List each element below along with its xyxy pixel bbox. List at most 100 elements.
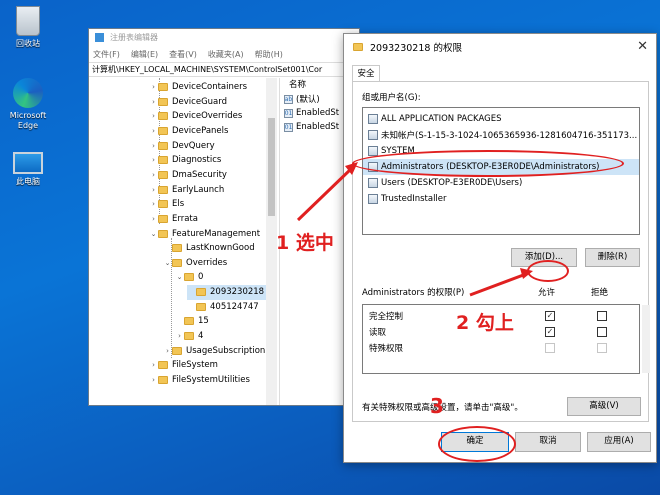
chevron-right-icon: › — [152, 83, 155, 92]
edge-icon — [13, 78, 43, 108]
tree-item-label: DeviceGuard — [172, 97, 227, 108]
folder-icon — [158, 142, 168, 151]
chevron-right-icon: › — [178, 332, 181, 341]
tree-item[interactable]: ⌄ 0 — [175, 270, 204, 285]
close-icon[interactable]: ✕ — [637, 39, 648, 54]
menu-favorites[interactable]: 收藏夹(A) — [208, 49, 244, 60]
chevron-right-icon: › — [152, 156, 155, 165]
allow-special-checkbox — [545, 343, 555, 353]
tree-item[interactable]: ⌄ Overrides — [163, 256, 228, 271]
folder-icon — [158, 112, 168, 121]
registry-tree: › DeviceContainers › DeviceGuard › DeviceOv… — [89, 78, 277, 405]
tree-item[interactable]: › DmaSecurity — [149, 168, 227, 183]
tree-item[interactable]: ⌄ FeatureManagement — [149, 227, 261, 242]
user-item-label: Users (DESKTOP-E3ER0DE\Users) — [381, 178, 523, 188]
permission-name: 特殊权限 — [369, 344, 404, 354]
tree-item[interactable]: › EarlyLaunch — [149, 183, 224, 198]
tree-item[interactable]: › DeviceOverrides — [149, 109, 242, 124]
deny-full-control-checkbox[interactable] — [597, 311, 607, 321]
tree-item-label: Overrides — [186, 258, 228, 269]
value-name: EnabledSt — [296, 122, 340, 132]
tree-item[interactable]: 405124747 — [187, 300, 259, 315]
tree-item[interactable]: › Errata — [149, 212, 198, 227]
menu-view[interactable]: 查看(V) — [169, 49, 197, 60]
folder-icon — [196, 288, 206, 297]
tree-item-label: EarlyLaunch — [172, 185, 225, 196]
permissions-label: Administrators 的权限(P) — [362, 288, 465, 298]
user-icon — [368, 194, 378, 204]
desktop-icon-this-pc[interactable]: 此电脑 — [4, 152, 52, 187]
folder-icon — [172, 259, 182, 268]
tree-item-label: DeviceContainers — [172, 82, 248, 93]
desktop-icon-recycle-bin[interactable]: 回收站 — [4, 6, 52, 49]
desktop-icon-label: 回收站 — [16, 39, 40, 48]
folder-icon — [184, 273, 194, 282]
remove-button[interactable]: 删除(R) — [585, 248, 640, 267]
tree-item[interactable]: › DeviceContainers — [149, 80, 247, 95]
permissions-scrollbar[interactable] — [642, 305, 650, 373]
allow-read-checkbox[interactable]: ✓ — [545, 327, 555, 337]
tree-item-label: 15 — [198, 316, 209, 327]
tree-item-selected[interactable]: 2093230218 — [187, 285, 269, 300]
tree-item[interactable]: › DevQuery — [149, 139, 215, 154]
deny-read-checkbox[interactable] — [597, 327, 607, 337]
apply-button[interactable]: 应用(A) — [587, 432, 651, 452]
cancel-button[interactable]: 取消 — [515, 432, 581, 452]
chevron-right-icon: › — [152, 98, 155, 107]
menu-edit[interactable]: 编辑(E) — [131, 49, 158, 60]
groups-label: 组或用户名(G): — [362, 93, 421, 103]
annotation-step-3: 3 — [430, 394, 444, 418]
regedit-app-icon — [95, 33, 104, 42]
desktop-icon-edge[interactable]: Microsoft Edge — [4, 78, 52, 131]
address-bar[interactable]: 计算机\HKEY_LOCAL_MACHINE\SYSTEM\ControlSet… — [89, 62, 359, 77]
tree-item-label: FileSystem — [172, 360, 218, 371]
tree-item[interactable]: › FileSystem — [149, 358, 218, 373]
regedit-title-bar: 注册表编辑器 — [89, 29, 359, 46]
tree-item-label: 4 — [198, 331, 204, 342]
chevron-right-icon: › — [152, 215, 155, 224]
chevron-right-icon: › — [152, 127, 155, 136]
menu-help[interactable]: 帮助(H) — [255, 49, 283, 60]
folder-icon — [158, 215, 168, 224]
tree-item[interactable]: › Els — [149, 197, 184, 212]
tree-item-label: DevQuery — [172, 141, 215, 152]
user-item-label: TrustedInstaller — [381, 194, 447, 204]
folder-icon — [172, 347, 182, 356]
folder-icon — [172, 244, 182, 253]
scroll-thumb[interactable] — [268, 118, 275, 216]
user-item[interactable]: TrustedInstaller — [363, 191, 639, 207]
tree-item[interactable]: › DeviceGuard — [149, 95, 227, 110]
allow-full-control-checkbox[interactable]: ✓ — [545, 311, 555, 321]
folder-icon — [158, 98, 168, 107]
string-value-icon: ab — [284, 94, 293, 104]
tree-item-label: DeviceOverrides — [172, 111, 243, 122]
tree-item-label: FeatureManagement — [172, 229, 261, 240]
tree-item[interactable]: › UsageSubscription — [163, 344, 265, 359]
deny-special-checkbox — [597, 343, 607, 353]
permission-name: 读取 — [369, 328, 387, 338]
chevron-right-icon: › — [152, 142, 155, 151]
user-item[interactable]: Users (DESKTOP-E3ER0DE\Users) — [363, 175, 639, 191]
tree-item-label: 2093230218 — [210, 287, 265, 298]
dialog-title-bar: 2093230218 的权限 — [344, 34, 656, 60]
tree-item[interactable]: LastKnownGood — [163, 241, 255, 256]
annotation-step-2: 2 勾上 — [456, 312, 514, 334]
tree-item[interactable]: › DevicePanels — [149, 124, 228, 139]
chevron-right-icon: › — [152, 112, 155, 121]
advanced-button[interactable]: 高级(V) — [567, 397, 641, 416]
user-item[interactable]: ALL APPLICATION PACKAGES — [363, 111, 639, 127]
tree-item-label: UsageSubscription — [186, 346, 266, 357]
tree-item[interactable]: › Diagnostics — [149, 153, 221, 168]
tree-item[interactable]: 15 — [175, 314, 209, 329]
folder-icon — [158, 186, 168, 195]
menu-file[interactable]: 文件(F) — [93, 49, 120, 60]
user-item[interactable]: 未知帐户(S-1-15-3-1024-1065365936-1281604716… — [363, 127, 639, 143]
chevron-right-icon: › — [152, 361, 155, 370]
tree-item[interactable]: › 4 — [175, 329, 203, 344]
annotation-ellipse-ok — [438, 426, 516, 462]
tab-security[interactable]: 安全 — [352, 65, 380, 82]
tree-item[interactable]: › FileSystemUtilities — [149, 373, 250, 388]
chevron-down-icon: ⌄ — [164, 259, 171, 268]
folder-icon — [158, 376, 168, 385]
folder-icon — [158, 156, 168, 165]
